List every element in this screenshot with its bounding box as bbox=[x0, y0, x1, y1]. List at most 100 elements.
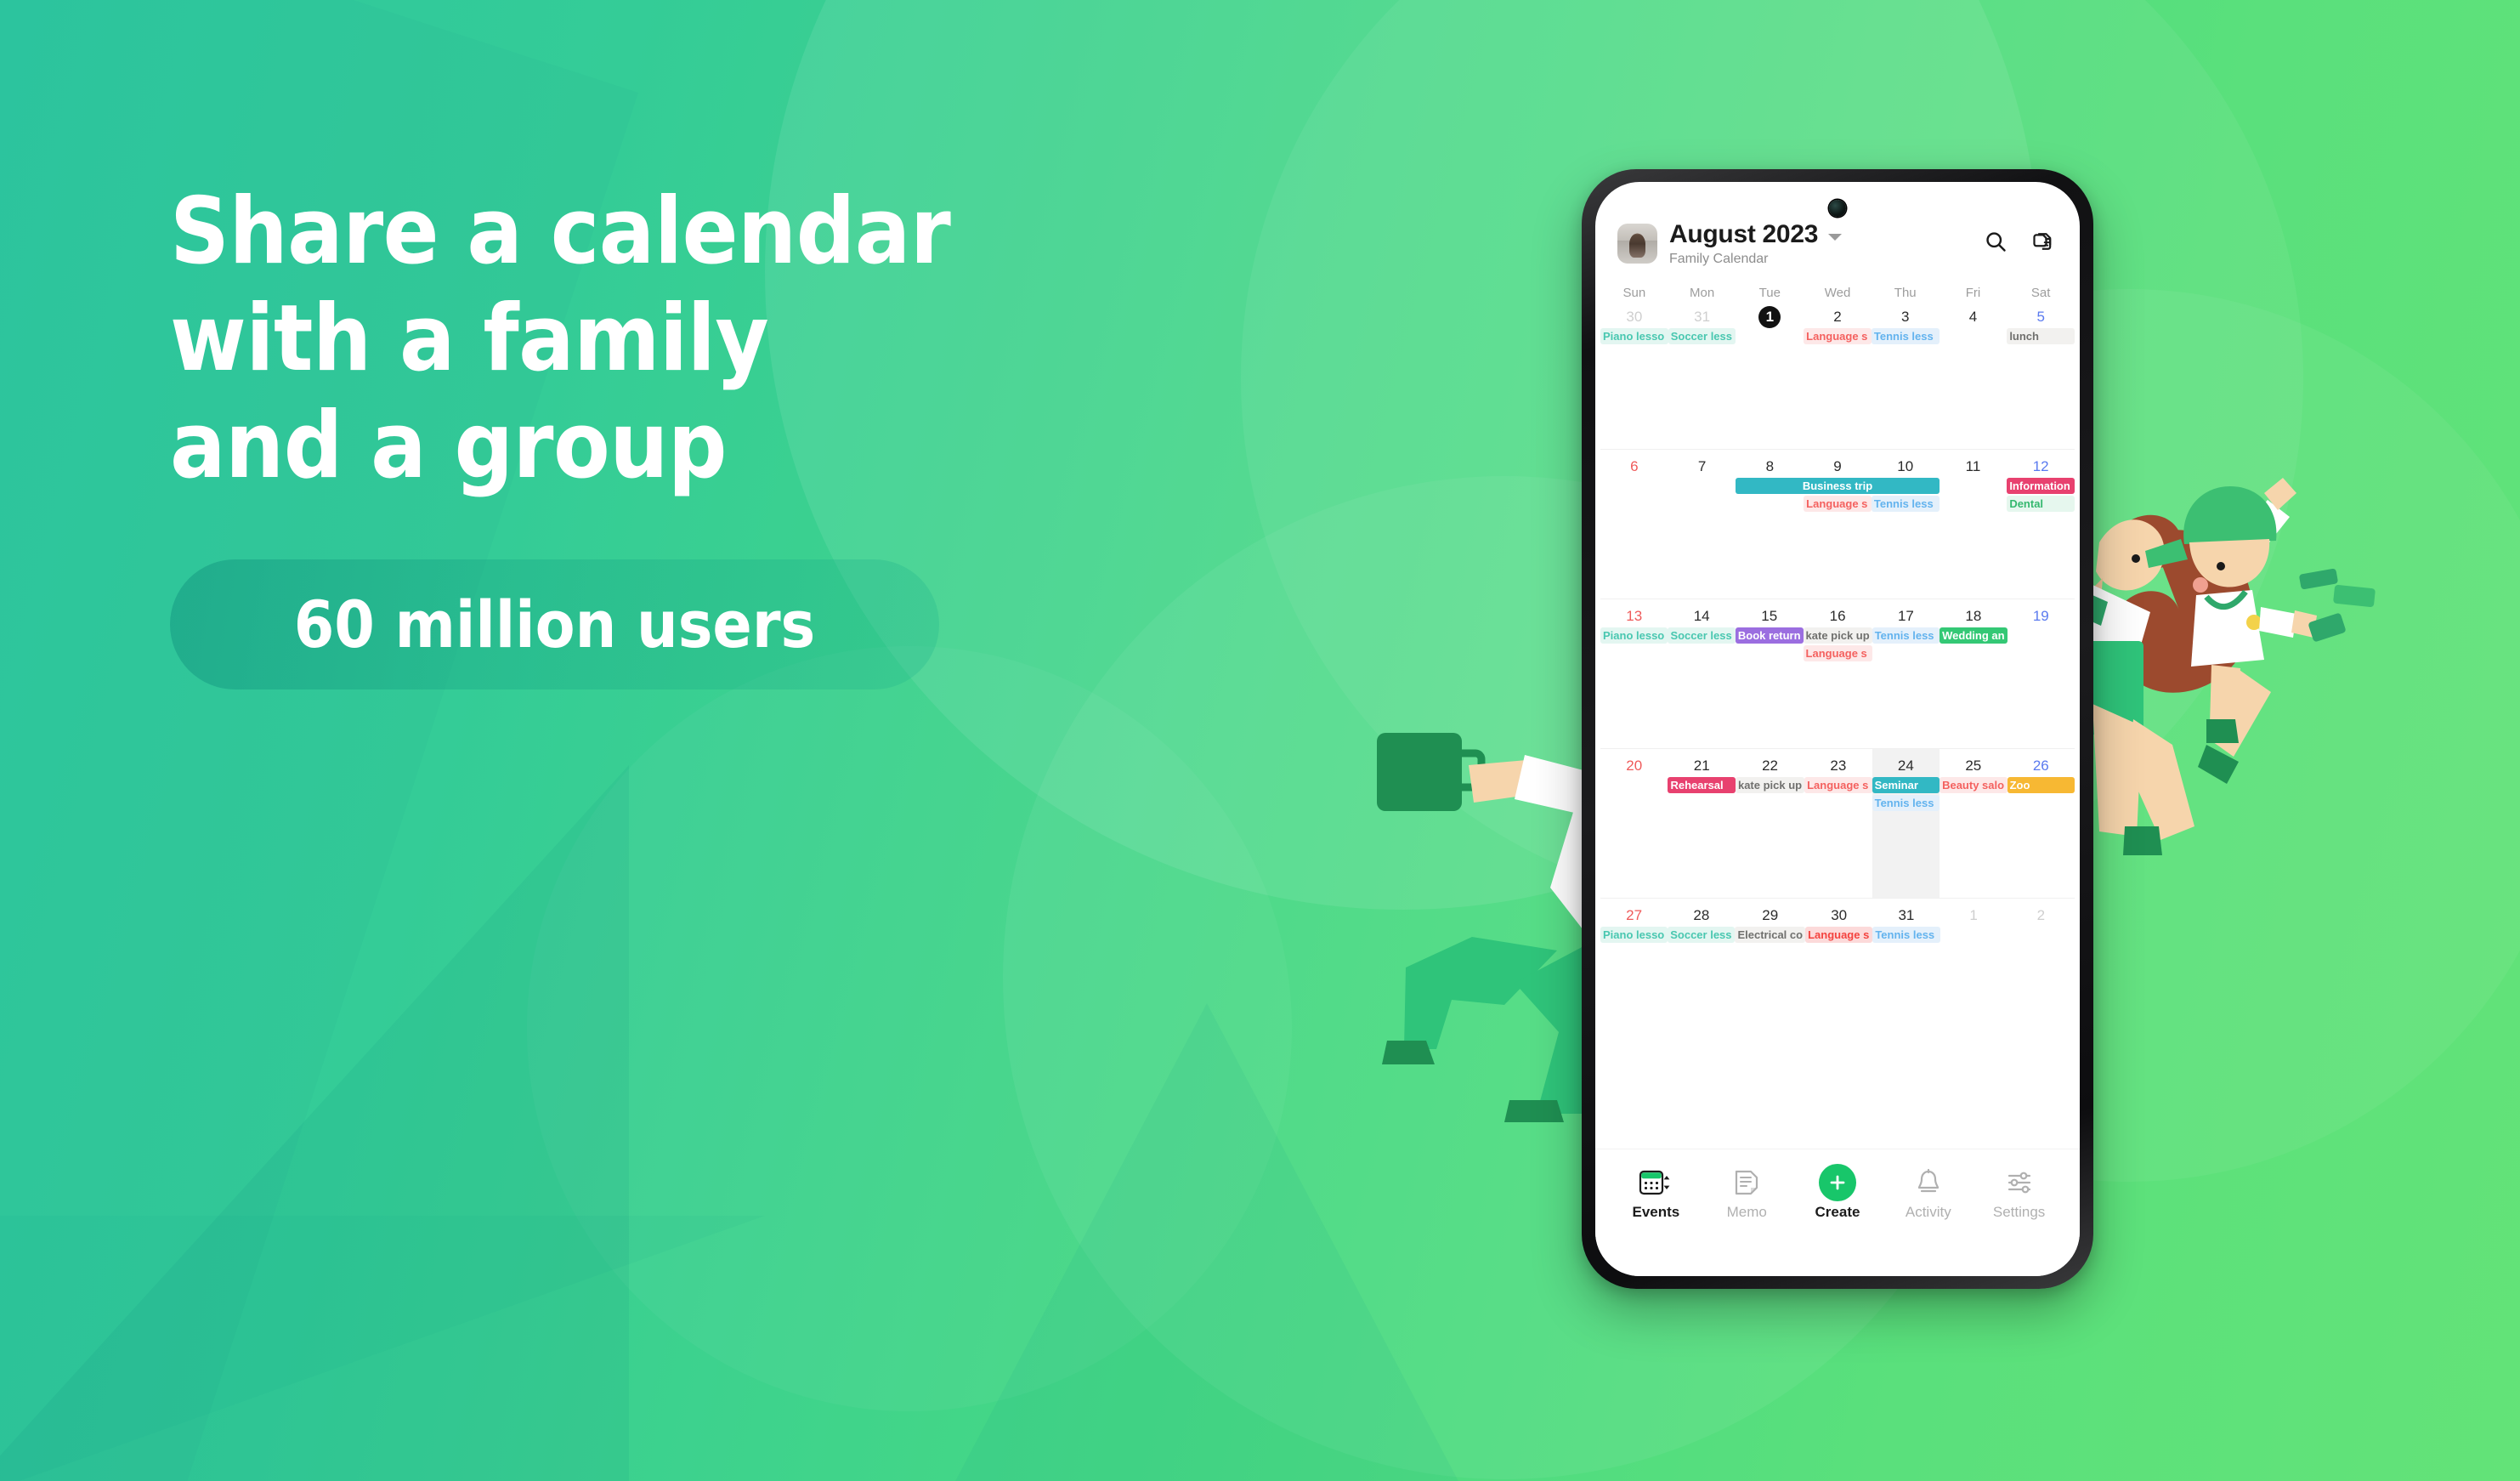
weekday-wed: Wed bbox=[1824, 286, 1851, 300]
calendar-day-cell[interactable]: 26 Zoo bbox=[2007, 749, 2075, 898]
weekday-thu: Thu bbox=[1894, 286, 1917, 300]
calendar-event-chip[interactable]: Piano lesso bbox=[1600, 627, 1668, 644]
calendar-day-cell[interactable]: 10.Tennis less bbox=[1871, 450, 1940, 599]
day-events: Electrical co bbox=[1735, 927, 1806, 943]
calendar-event-chip[interactable]: lunch bbox=[2007, 328, 2075, 344]
calendar-day-cell[interactable]: 2 Language s bbox=[1804, 300, 1872, 449]
calendar-day-cell[interactable]: 27 Piano lesso bbox=[1600, 899, 1668, 1048]
calendar-day-cell[interactable]: 18 Wedding an bbox=[1940, 599, 2008, 748]
day-events: Book return bbox=[1735, 627, 1804, 644]
day-number: 19 bbox=[2032, 608, 2049, 624]
calendar-event-chip[interactable]: Beauty salo bbox=[1940, 777, 2008, 793]
calendar-event-chip[interactable]: Rehearsal bbox=[1668, 777, 1736, 793]
calendar-day-cell[interactable]: 30 Language s bbox=[1805, 899, 1873, 1048]
day-number: 24 bbox=[1897, 758, 1914, 774]
calendar-day-cell[interactable]: 7 bbox=[1668, 450, 1736, 599]
calendar-day-cell[interactable]: 12 Information Dental bbox=[2007, 450, 2075, 599]
calendar-day-cell[interactable]: 28 Soccer less bbox=[1668, 899, 1736, 1048]
calendar-day-cell[interactable]: 6 bbox=[1600, 450, 1668, 599]
calendar-event-chip[interactable]: Tennis less bbox=[1871, 496, 1940, 512]
calendar-day-cell[interactable]: 1 bbox=[1736, 300, 1804, 449]
calendar-day-cell[interactable]: 5 lunch bbox=[2007, 300, 2075, 449]
calendar-day-cell[interactable]: 22 kate pick up bbox=[1735, 749, 1805, 898]
day-number: 7 bbox=[1697, 458, 1707, 474]
calendar-day-cell[interactable]: 25 Beauty salo bbox=[1940, 749, 2008, 898]
calendar-event-chip[interactable]: Dental bbox=[2007, 496, 2075, 512]
nav-label-memo: Memo bbox=[1726, 1204, 1767, 1220]
calendar-switch-icon bbox=[1639, 1163, 1673, 1202]
calendar-day-cell[interactable]: 23 Language s bbox=[1804, 749, 1872, 898]
calendar-day-cell[interactable]: 3 Tennis less bbox=[1871, 300, 1940, 449]
day-number: 29 bbox=[1762, 907, 1779, 923]
calendar-day-cell[interactable]: 15 Book return bbox=[1735, 599, 1804, 748]
calendar-day-cell[interactable]: 31 Tennis less bbox=[1872, 899, 1940, 1048]
nav-item-events[interactable]: Events bbox=[1611, 1163, 1702, 1221]
calendar-day-cell[interactable]: 21 Rehearsal bbox=[1668, 749, 1736, 898]
calendar-event-chip[interactable]: Language s bbox=[1803, 645, 1872, 661]
calendar-event-chip[interactable]: Wedding an bbox=[1940, 627, 2008, 644]
headline-line-2: with a family bbox=[170, 286, 769, 393]
calendar-day-cell[interactable]: 17 Tennis less bbox=[1872, 599, 1940, 748]
calendar-event-chip[interactable]: Electrical co bbox=[1735, 927, 1806, 943]
calendar-day-cell[interactable]: 4 bbox=[1940, 300, 2008, 449]
calendar-grid[interactable]: 30 Piano lesso 31 Soccer less 1 2 Language s3T… bbox=[1595, 300, 2080, 1048]
day-events: Rehearsal bbox=[1668, 777, 1736, 793]
calendar-event-chip[interactable]: Tennis less bbox=[1872, 627, 1940, 644]
calendar-day-cell[interactable]: 16 kate pick up Language s bbox=[1803, 599, 1872, 748]
calendar-event-chip[interactable]: Language s bbox=[1804, 496, 1872, 512]
weekday-header: Sun Mon Tue Wed Thu Fri Sat bbox=[1595, 286, 2080, 300]
calendar-event-chip[interactable]: Tennis less bbox=[1871, 328, 1940, 344]
weekday-sat: Sat bbox=[2030, 286, 2051, 300]
calendar-event-chip[interactable]: Soccer less bbox=[1668, 627, 1736, 644]
calendar-event-chip[interactable]: Information bbox=[2007, 478, 2075, 494]
nav-item-settings[interactable]: Settings bbox=[1974, 1163, 2064, 1221]
day-events: Soccer less bbox=[1668, 627, 1736, 644]
calendar-day-cell[interactable]: 29 Electrical co bbox=[1735, 899, 1806, 1048]
day-events: Tennis less bbox=[1872, 927, 1940, 943]
day-events: Piano lesso bbox=[1600, 328, 1668, 344]
calendar-day-cell[interactable]: 14 Soccer less bbox=[1668, 599, 1736, 748]
calendar-list-button[interactable] bbox=[2029, 227, 2058, 256]
day-number: 9 bbox=[1833, 458, 1842, 474]
day-events: Language s bbox=[1804, 328, 1872, 344]
calendar-event-chip[interactable]: Book return bbox=[1735, 627, 1804, 644]
nav-item-create[interactable]: Create bbox=[1792, 1163, 1883, 1221]
calendar-event-chip[interactable]: Piano lesso bbox=[1600, 328, 1668, 344]
calendar-event-chip[interactable]: kate pick up bbox=[1803, 627, 1872, 644]
calendar-day-cell[interactable]: 31 Soccer less bbox=[1668, 300, 1736, 449]
month-selector[interactable]: August 2023 bbox=[1669, 220, 1981, 249]
calendar-day-cell[interactable]: 9.Language s bbox=[1804, 450, 1872, 599]
day-events: Tennis less bbox=[1871, 328, 1940, 344]
calendar-event-chip[interactable]: Zoo bbox=[2007, 777, 2075, 793]
nav-item-activity[interactable]: Activity bbox=[1883, 1163, 1974, 1221]
calendar-day-cell[interactable]: 1 bbox=[1940, 899, 2008, 1048]
weekday-mon: Mon bbox=[1689, 286, 1715, 300]
calendar-event-chip[interactable]: Soccer less bbox=[1668, 927, 1736, 943]
calendar-day-cell[interactable]: 19 bbox=[2008, 599, 2075, 748]
calendar-event-chip[interactable]: Seminar bbox=[1872, 777, 1940, 793]
calendar-day-cell[interactable]: 8 bbox=[1736, 450, 1804, 599]
calendar-event-chip[interactable]: Language s bbox=[1804, 328, 1872, 344]
calendar-day-cell[interactable]: 11 bbox=[1940, 450, 2008, 599]
calendar-event-chip[interactable]: Soccer less bbox=[1668, 328, 1736, 344]
calendar-event-chip[interactable]: kate pick up bbox=[1735, 777, 1805, 793]
calendar-event-span[interactable]: Business trip bbox=[1736, 478, 1940, 494]
calendar-day-cell[interactable]: 24 Seminar Tennis less bbox=[1872, 749, 1940, 898]
calendar-event-chip[interactable]: Piano lesso bbox=[1600, 927, 1668, 943]
avatar[interactable] bbox=[1617, 224, 1657, 264]
search-button[interactable] bbox=[1981, 227, 2010, 256]
weekday-fri: Fri bbox=[1965, 286, 1981, 300]
calendar-event-chip[interactable]: Language s bbox=[1805, 927, 1873, 943]
nav-item-memo[interactable]: Memo bbox=[1702, 1163, 1792, 1221]
day-number: 18 bbox=[1965, 608, 1982, 624]
calendar-event-chip[interactable]: Tennis less bbox=[1872, 795, 1940, 811]
day-number: 22 bbox=[1762, 758, 1778, 774]
calendar-day-cell[interactable]: 20 bbox=[1600, 749, 1668, 898]
calendar-day-cell[interactable]: 2 bbox=[2008, 899, 2075, 1048]
calendar-event-chip[interactable]: Language s bbox=[1804, 777, 1872, 793]
day-events: Seminar Tennis less bbox=[1872, 777, 1940, 811]
calendar-event-chip[interactable]: Tennis less bbox=[1872, 927, 1940, 943]
calendar-week-row: 6 7 8 9.Language s10.Tennis less 11 12 Informa… bbox=[1600, 450, 2075, 599]
calendar-day-cell[interactable]: 13 Piano lesso bbox=[1600, 599, 1668, 748]
calendar-day-cell[interactable]: 30 Piano lesso bbox=[1600, 300, 1668, 449]
